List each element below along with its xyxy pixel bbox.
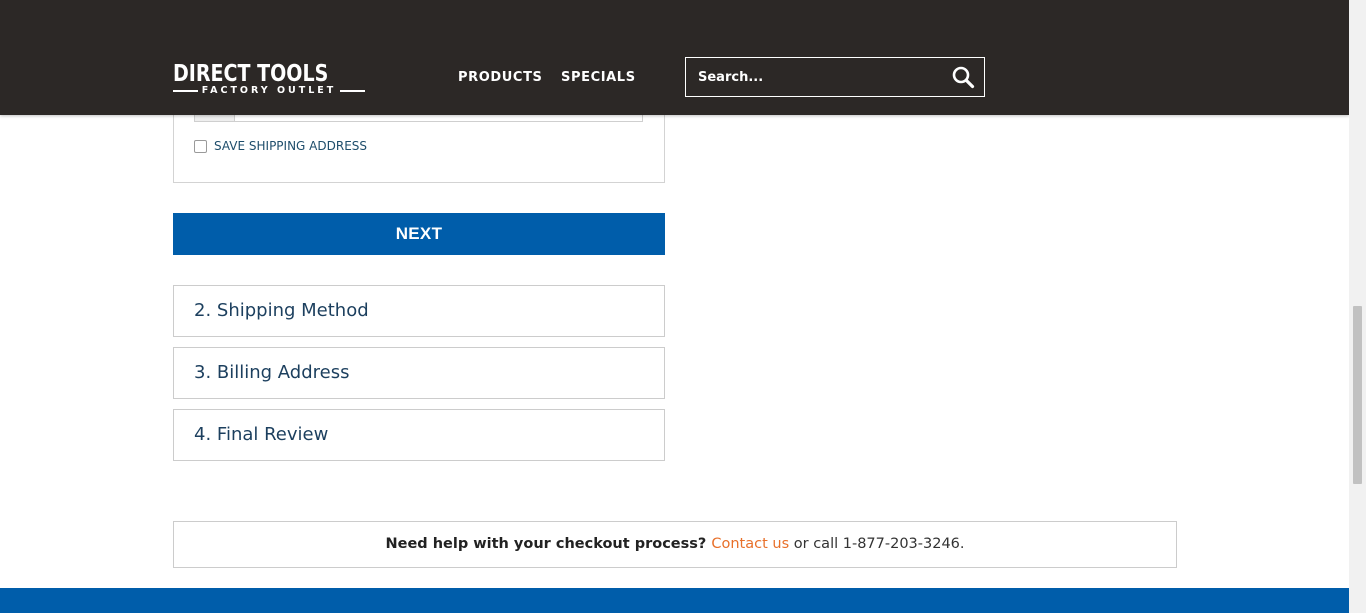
logo-sub: FACTORY OUTLET (173, 86, 365, 96)
step-final-review[interactable]: 4. Final Review (173, 409, 665, 461)
checkout-help-box: Need help with your checkout process? Co… (173, 521, 1177, 568)
nav-specials-link[interactable]: SPECIALS (561, 70, 636, 85)
step-billing-address[interactable]: 3. Billing Address (173, 347, 665, 399)
save-shipping-checkbox[interactable] (194, 139, 207, 153)
search-icon (952, 66, 975, 89)
logo-rule-right (340, 90, 365, 92)
contact-us-link[interactable]: Contact us (711, 536, 793, 552)
page-scrollbar[interactable] (1349, 0, 1366, 613)
logo-main-text: DIRECT TOOLS (173, 61, 329, 87)
help-question: Need help with your checkout process? (385, 536, 712, 552)
step-label: 3. Billing Address (194, 362, 350, 383)
logo-sub-text: FACTORY OUTLET (201, 85, 337, 96)
search-box (685, 57, 985, 97)
search-input[interactable] (686, 58, 936, 96)
footer-bar (0, 588, 1349, 613)
step-shipping-method[interactable]: 2. Shipping Method (173, 285, 665, 337)
save-shipping-row: SAVE SHIPPING ADDRESS (194, 139, 367, 153)
nav-products-link[interactable]: PRODUCTS (458, 70, 543, 85)
step-label: 2. Shipping Method (194, 300, 369, 321)
site-header: DIRECT TOOLS FACTORY OUTLET PRODUCTS SPE… (0, 0, 1349, 115)
save-shipping-label[interactable]: SAVE SHIPPING ADDRESS (214, 139, 367, 153)
logo[interactable]: DIRECT TOOLS FACTORY OUTLET (173, 63, 365, 96)
step-label: 4. Final Review (194, 424, 329, 445)
logo-rule-left (173, 90, 198, 92)
next-button[interactable]: NEXT (173, 213, 665, 255)
help-call-text: or call 1-877-203-3246. (793, 536, 965, 552)
scrollbar-thumb[interactable] (1353, 306, 1362, 484)
search-button[interactable] (950, 65, 976, 91)
